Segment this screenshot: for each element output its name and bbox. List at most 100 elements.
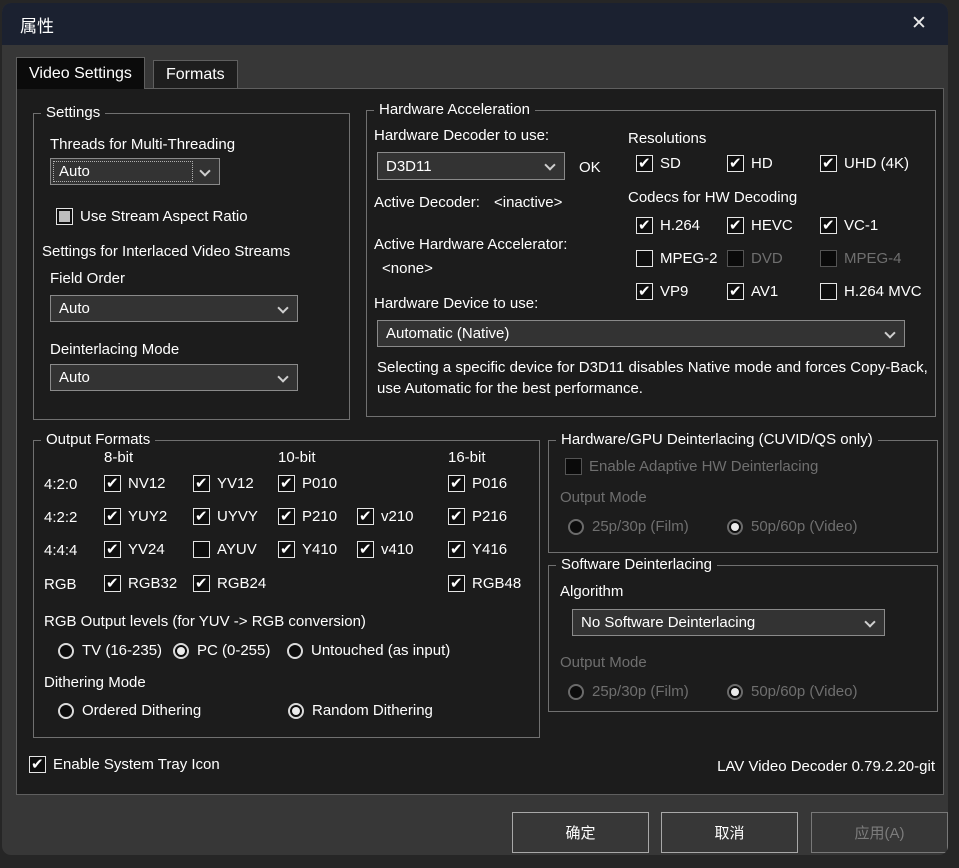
checkbox-box[interactable] bbox=[448, 575, 465, 592]
codec-mpeg2-checkbox[interactable]: MPEG-2 bbox=[636, 250, 718, 267]
radio-label: 50p/60p (Video) bbox=[751, 683, 857, 700]
resolution-sd-checkbox[interactable]: SD bbox=[636, 155, 681, 172]
hw-deint-output-mode-label: Output Mode bbox=[560, 489, 647, 506]
checkbox-box[interactable] bbox=[727, 155, 744, 172]
radio-circle[interactable] bbox=[58, 703, 74, 719]
checkbox-box[interactable] bbox=[357, 508, 374, 525]
checkbox-box[interactable] bbox=[193, 541, 210, 558]
checkbox-box[interactable] bbox=[104, 541, 121, 558]
checkbox-box[interactable] bbox=[820, 155, 837, 172]
system-tray-checkbox[interactable]: Enable System Tray Icon bbox=[29, 756, 220, 773]
checkbox-box[interactable] bbox=[636, 217, 653, 234]
interlaced-heading: Settings for Interlaced Video Streams bbox=[42, 243, 290, 260]
fmt-v210-checkbox[interactable]: v210 bbox=[357, 508, 414, 525]
checkbox-label: P016 bbox=[472, 475, 507, 492]
hw-device-combo[interactable]: Automatic (Native) bbox=[377, 320, 905, 347]
checkbox-box[interactable] bbox=[278, 541, 295, 558]
fmt-yuy2-checkbox[interactable]: YUY2 bbox=[104, 508, 167, 525]
checkbox-box[interactable] bbox=[636, 283, 653, 300]
checkbox-box[interactable] bbox=[820, 217, 837, 234]
checkbox-box[interactable] bbox=[193, 508, 210, 525]
dithering-heading: Dithering Mode bbox=[44, 674, 146, 691]
rgb-levels-heading: RGB Output levels (for YUV -> RGB conver… bbox=[44, 613, 366, 630]
algorithm-combo[interactable]: No Software Deinterlacing bbox=[572, 609, 885, 636]
rgb-level-tv-radio[interactable]: TV (16-235) bbox=[58, 642, 162, 659]
chevron-down-icon bbox=[544, 159, 555, 170]
checkbox-label: Y410 bbox=[302, 541, 337, 558]
checkbox-label: P210 bbox=[302, 508, 337, 525]
dithering-random-radio[interactable]: Random Dithering bbox=[288, 702, 433, 719]
checkbox-label: YV12 bbox=[217, 475, 254, 492]
checkbox-label: RGB32 bbox=[128, 575, 177, 592]
use-stream-aspect-ratio-checkbox[interactable]: Use Stream Aspect Ratio bbox=[56, 208, 248, 225]
checkbox-box[interactable] bbox=[278, 475, 295, 492]
deinterlacing-mode-combo-value: Auto bbox=[59, 369, 90, 386]
codec-h264mvc-checkbox[interactable]: H.264 MVC bbox=[820, 283, 922, 300]
checkbox-label: P216 bbox=[472, 508, 507, 525]
properties-dialog: 属性 ✕ Video Settings Formats Settings Thr… bbox=[2, 3, 948, 855]
fmt-rgb24-checkbox[interactable]: RGB24 bbox=[193, 575, 266, 592]
checkbox-box[interactable] bbox=[448, 508, 465, 525]
threads-combo[interactable]: Auto bbox=[50, 158, 220, 185]
cancel-button[interactable]: 取消 bbox=[661, 812, 798, 853]
checkbox-box[interactable] bbox=[636, 155, 653, 172]
codec-hevc-checkbox[interactable]: HEVC bbox=[727, 217, 793, 234]
fmt-rgb48-checkbox[interactable]: RGB48 bbox=[448, 575, 521, 592]
checkbox-box[interactable] bbox=[727, 283, 744, 300]
field-order-combo[interactable]: Auto bbox=[50, 295, 298, 322]
checkbox-box[interactable] bbox=[636, 250, 653, 267]
deinterlacing-mode-combo[interactable]: Auto bbox=[50, 364, 298, 391]
fmt-v410-checkbox[interactable]: v410 bbox=[357, 541, 414, 558]
fmt-p210-checkbox[interactable]: P210 bbox=[278, 508, 337, 525]
fmt-ayuv-checkbox[interactable]: AYUV bbox=[193, 541, 257, 558]
radio-circle[interactable] bbox=[287, 643, 303, 659]
codec-vp9-checkbox[interactable]: VP9 bbox=[636, 283, 688, 300]
tab-formats[interactable]: Formats bbox=[153, 60, 238, 89]
checkbox-box[interactable] bbox=[104, 475, 121, 492]
checkbox-box[interactable] bbox=[29, 756, 46, 773]
dithering-ordered-radio[interactable]: Ordered Dithering bbox=[58, 702, 201, 719]
fmt-rgb32-checkbox[interactable]: RGB32 bbox=[104, 575, 177, 592]
fmt-uyvy-checkbox[interactable]: UYVY bbox=[193, 508, 258, 525]
checkbox-box[interactable] bbox=[193, 475, 210, 492]
radio-label: Random Dithering bbox=[312, 702, 433, 719]
fmt-nv12-checkbox[interactable]: NV12 bbox=[104, 475, 166, 492]
checkbox-box[interactable] bbox=[104, 508, 121, 525]
checkbox-box[interactable] bbox=[448, 475, 465, 492]
checkbox-box[interactable] bbox=[727, 217, 744, 234]
rgb-level-untouched-radio[interactable]: Untouched (as input) bbox=[287, 642, 450, 659]
radio-circle[interactable] bbox=[288, 703, 304, 719]
codec-vc1-checkbox[interactable]: VC-1 bbox=[820, 217, 878, 234]
fmt-p016-checkbox[interactable]: P016 bbox=[448, 475, 507, 492]
checkbox-label: Enable System Tray Icon bbox=[53, 756, 220, 773]
fmt-yv24-checkbox[interactable]: YV24 bbox=[104, 541, 165, 558]
hw-decoder-combo[interactable]: D3D11 bbox=[377, 152, 565, 180]
checkbox-box[interactable] bbox=[104, 575, 121, 592]
radio-circle[interactable] bbox=[173, 643, 189, 659]
fmt-yv12-checkbox[interactable]: YV12 bbox=[193, 475, 254, 492]
tab-video-settings[interactable]: Video Settings bbox=[16, 57, 145, 89]
hw-decoder-combo-value: D3D11 bbox=[386, 158, 432, 175]
radio-circle[interactable] bbox=[58, 643, 74, 659]
fmt-y416-checkbox[interactable]: Y416 bbox=[448, 541, 507, 558]
checkbox-box[interactable] bbox=[357, 541, 374, 558]
checkbox-box[interactable] bbox=[56, 208, 73, 225]
codec-h264-checkbox[interactable]: H.264 bbox=[636, 217, 700, 234]
fmt-p010-checkbox[interactable]: P010 bbox=[278, 475, 337, 492]
checkbox-box[interactable] bbox=[193, 575, 210, 592]
checkbox-box[interactable] bbox=[448, 541, 465, 558]
ok-button[interactable]: 确定 bbox=[512, 812, 649, 853]
active-decoder-label: Active Decoder: bbox=[374, 194, 480, 211]
close-icon[interactable]: ✕ bbox=[906, 11, 932, 37]
fmt-y410-checkbox[interactable]: Y410 bbox=[278, 541, 337, 558]
rgb-level-pc-radio[interactable]: PC (0-255) bbox=[173, 642, 270, 659]
checkbox-label: MPEG-2 bbox=[660, 250, 718, 267]
checkbox-box[interactable] bbox=[820, 283, 837, 300]
resolution-hd-checkbox[interactable]: HD bbox=[727, 155, 773, 172]
fmt-p216-checkbox[interactable]: P216 bbox=[448, 508, 507, 525]
codec-av1-checkbox[interactable]: AV1 bbox=[727, 283, 778, 300]
radio-circle bbox=[568, 684, 584, 700]
checkbox-box[interactable] bbox=[278, 508, 295, 525]
sw-deint-group-title: Software Deinterlacing bbox=[556, 556, 717, 573]
resolution-uhd-checkbox[interactable]: UHD (4K) bbox=[820, 155, 909, 172]
